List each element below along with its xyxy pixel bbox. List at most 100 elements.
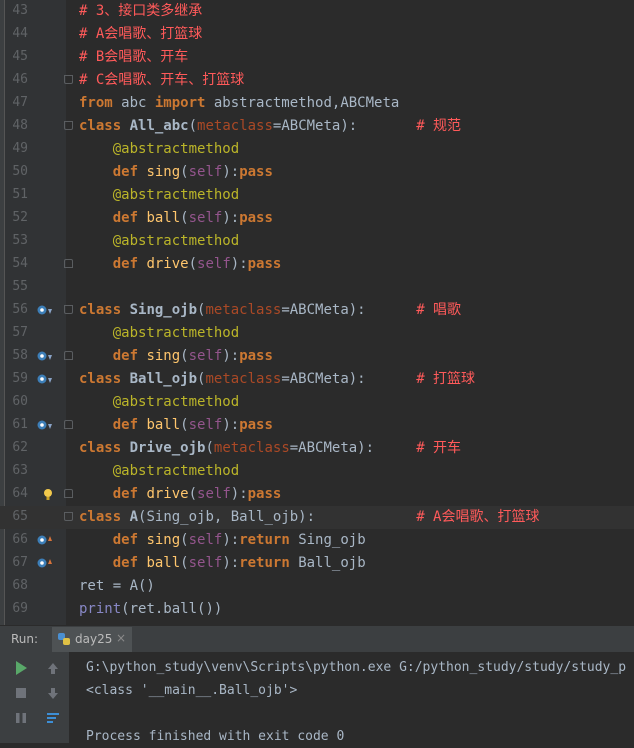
- code-text: class Drive_ojb(metaclass=ABCMeta): # 开车: [79, 439, 461, 458]
- code-token: class: [79, 371, 122, 387]
- lightbulb-icon[interactable]: [37, 487, 53, 501]
- fold-marker[interactable]: [64, 512, 73, 521]
- code-token: pass: [239, 417, 273, 433]
- run-toolbar: [0, 652, 69, 743]
- code-token: pass: [239, 210, 273, 226]
- code-token: =ABCMeta):: [281, 371, 366, 387]
- run-tab-day25[interactable]: day25 ×: [52, 627, 132, 652]
- code-line[interactable]: 48 class All_abc(metaclass=ABCMeta): # 规范: [0, 115, 634, 138]
- code-line[interactable]: 45 # B会唱歌、开车: [0, 46, 634, 69]
- fold-marker[interactable]: [64, 75, 73, 84]
- code-token: ball: [146, 417, 181, 433]
- code-line[interactable]: 66 def sing(self):return Sing_ojb: [0, 529, 634, 552]
- code-line[interactable]: 55: [0, 276, 634, 299]
- code-token: # A会唱歌、打篮球: [79, 26, 203, 42]
- code-token: Sing_ojb: [129, 302, 198, 318]
- code-line[interactable]: 67 def ball(self):return Ball_ojb: [0, 552, 634, 575]
- fold-marker[interactable]: [64, 489, 73, 498]
- code-line[interactable]: 54 def drive(self):pass: [0, 253, 634, 276]
- line-number: 54: [12, 256, 28, 271]
- code-token: ):: [222, 164, 240, 180]
- code-line[interactable]: 44 # A会唱歌、打篮球: [0, 23, 634, 46]
- code-line[interactable]: 60 @abstractmethod: [0, 391, 634, 414]
- implemented-method-icon[interactable]: [37, 303, 53, 317]
- code-line[interactable]: 57 @abstractmethod: [0, 322, 634, 345]
- soft-wrap-icon[interactable]: [45, 710, 61, 726]
- code-line[interactable]: 62 class Drive_ojb(metaclass=ABCMeta): # …: [0, 437, 634, 460]
- code-line[interactable]: 52 def ball(self):pass: [0, 207, 634, 230]
- overrides-method-icon[interactable]: [37, 533, 53, 547]
- code-token: self: [188, 164, 223, 180]
- code-line[interactable]: 61 def ball(self):pass: [0, 414, 634, 437]
- code-token: # C会唱歌、开车、打篮球: [79, 72, 245, 88]
- code-text: def drive(self):pass: [79, 485, 282, 504]
- overrides-method-icon[interactable]: [37, 556, 53, 570]
- code-line[interactable]: 47 from abc import abstractmethod,ABCMeta: [0, 92, 634, 115]
- code-line[interactable]: 56 class Sing_ojb(metaclass=ABCMeta): # 唱…: [0, 299, 634, 322]
- code-line[interactable]: 63 @abstractmethod: [0, 460, 634, 483]
- code-token: drive: [146, 256, 189, 272]
- code-line[interactable]: 46 # C会唱歌、开车、打篮球: [0, 69, 634, 92]
- code-line[interactable]: 69 print(ret.ball()): [0, 598, 634, 621]
- stop-icon[interactable]: [13, 685, 29, 701]
- code-line[interactable]: 59 class Ball_ojb(metaclass=ABCMeta): # 打…: [0, 368, 634, 391]
- line-number: 60: [12, 394, 28, 409]
- code-token: ):: [230, 256, 248, 272]
- line-number: 59: [12, 371, 28, 386]
- code-line[interactable]: 51 @abstractmethod: [0, 184, 634, 207]
- code-line[interactable]: 50 def sing(self):pass: [0, 161, 634, 184]
- code-token: self: [188, 417, 223, 433]
- code-editor[interactable]: 43 # 3、接口类多继承 44 # A会唱歌、打篮球 45 # B会唱歌、开车 46 # C…: [0, 0, 634, 625]
- fold-marker[interactable]: [64, 420, 73, 429]
- line-number: 52: [12, 210, 28, 225]
- code-token: =ABCMeta):: [281, 302, 366, 318]
- code-token: @abstractmethod: [112, 463, 240, 479]
- up-arrow-icon[interactable]: [45, 660, 61, 676]
- code-token: (: [180, 555, 189, 571]
- line-number: 44: [12, 26, 28, 41]
- code-token: class: [79, 440, 122, 456]
- code-text: # C会唱歌、开车、打篮球: [79, 71, 244, 90]
- line-number: 62: [12, 440, 28, 455]
- fold-marker[interactable]: [64, 121, 73, 130]
- code-token: Ball_ojb: [129, 371, 198, 387]
- code-token: (: [180, 210, 189, 226]
- down-arrow-icon[interactable]: [45, 685, 61, 701]
- fold-marker[interactable]: [64, 259, 73, 268]
- code-line[interactable]: 43 # 3、接口类多继承: [0, 0, 634, 23]
- code-token: def: [112, 210, 139, 226]
- implemented-method-icon[interactable]: [37, 349, 53, 363]
- code-token: ):: [222, 348, 240, 364]
- code-text: def drive(self):pass: [79, 255, 282, 274]
- close-icon[interactable]: ×: [116, 631, 126, 645]
- console-output[interactable]: G:\python_study\venv\Scripts\python.exe …: [86, 656, 626, 748]
- code-line[interactable]: 49 @abstractmethod: [0, 138, 634, 161]
- rerun-icon[interactable]: [13, 660, 29, 676]
- line-number: 57: [12, 325, 28, 340]
- code-line[interactable]: 68 ret = A(): [0, 575, 634, 598]
- code-line[interactable]: 53 @abstractmethod: [0, 230, 634, 253]
- implemented-method-icon[interactable]: [37, 372, 53, 386]
- fold-marker[interactable]: [64, 351, 73, 360]
- implemented-method-icon[interactable]: [37, 418, 53, 432]
- pause-icon[interactable]: [13, 710, 29, 726]
- code-text: def ball(self):return Ball_ojb: [79, 554, 366, 573]
- code-line[interactable]: 64 def drive(self):pass: [0, 483, 634, 506]
- code-token: @abstractmethod: [112, 187, 240, 203]
- code-line[interactable]: 58 def sing(self):pass: [0, 345, 634, 368]
- fold-marker[interactable]: [64, 305, 73, 314]
- code-line[interactable]: 65 class A(Sing_ojb, Ball_ojb): # A会唱歌、打篮…: [0, 506, 634, 529]
- code-token: ):: [222, 210, 240, 226]
- code-token: pass: [247, 256, 282, 272]
- run-tab-label: day25: [75, 632, 113, 646]
- code-token: # 开车: [374, 440, 462, 456]
